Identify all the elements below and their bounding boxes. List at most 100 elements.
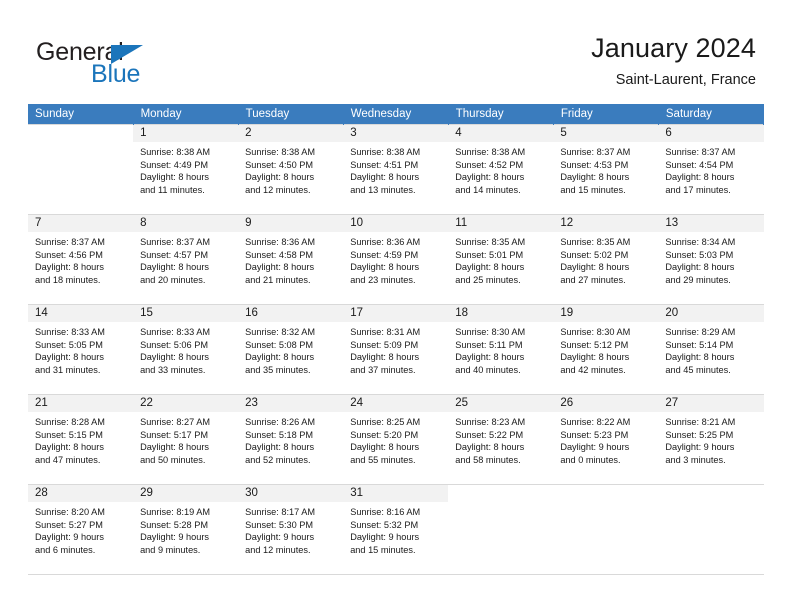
sunrise-text: Sunrise: 8:36 AM	[245, 237, 316, 247]
daylight-text-line1: Daylight: 8 hours	[560, 262, 630, 273]
daylight-text-line1: Daylight: 8 hours	[560, 172, 630, 183]
calendar-body: 1 Sunrise: 8:38 AM Sunset: 4:49 PM Daylight…	[28, 124, 764, 575]
day-details: Sunrise: 8:25 AM Sunset: 5:20 PM Daylight:…	[343, 412, 448, 466]
daylight-text-line2: and 23 minutes.	[350, 274, 416, 285]
daylight-text-line2: and 20 minutes.	[140, 274, 206, 285]
day-details: Sunrise: 8:22 AM Sunset: 5:23 PM Daylight:…	[553, 412, 658, 466]
daylight-text-line2: and 58 minutes.	[455, 454, 521, 465]
brand-logo[interactable]: General Blue	[36, 38, 266, 92]
day-number: 18	[448, 305, 554, 322]
calendar-day-cell[interactable]: 20 Sunrise: 8:29 AM Sunset: 5:14 PM Dayligh…	[658, 304, 764, 395]
daylight-text-line2: and 12 minutes.	[245, 184, 311, 195]
daylight-text-line2: and 18 minutes.	[35, 274, 101, 285]
calendar-day-cell[interactable]: 4 Sunrise: 8:38 AM Sunset: 4:52 PM Daylight…	[448, 124, 554, 215]
daylight-text-line1: Daylight: 9 hours	[245, 532, 315, 543]
calendar-day-cell[interactable]: 8 Sunrise: 8:37 AM Sunset: 4:57 PM Daylight…	[133, 214, 239, 305]
sunset-text: Sunset: 5:22 PM	[455, 429, 524, 440]
day-details: Sunrise: 8:38 AM Sunset: 4:50 PM Daylight:…	[238, 142, 343, 196]
daylight-text-line2: and 55 minutes.	[350, 454, 416, 465]
calendar-day-cell[interactable]: 19 Sunrise: 8:30 AM Sunset: 5:12 PM Dayligh…	[553, 304, 659, 395]
calendar-day-cell[interactable]: 23 Sunrise: 8:26 AM Sunset: 5:18 PM Dayligh…	[238, 394, 344, 485]
sunset-text: Sunset: 4:52 PM	[455, 159, 524, 170]
daylight-text-line2: and 13 minutes.	[350, 184, 416, 195]
daylight-text-line1: Daylight: 8 hours	[455, 262, 525, 273]
calendar-day-cell-empty	[28, 124, 134, 215]
calendar-day-cell[interactable]: 6 Sunrise: 8:37 AM Sunset: 4:54 PM Daylight…	[658, 124, 764, 215]
day-details: Sunrise: 8:16 AM Sunset: 5:32 PM Daylight:…	[343, 502, 448, 556]
calendar-day-cell[interactable]: 3 Sunrise: 8:38 AM Sunset: 4:51 PM Daylight…	[343, 124, 449, 215]
daylight-text-line2: and 11 minutes.	[140, 184, 205, 195]
day-number: 6	[658, 125, 764, 142]
calendar-day-cell[interactable]: 15 Sunrise: 8:33 AM Sunset: 5:06 PM Dayligh…	[133, 304, 239, 395]
calendar-day-cell[interactable]: 26 Sunrise: 8:22 AM Sunset: 5:23 PM Dayligh…	[553, 394, 659, 485]
daylight-text-line2: and 35 minutes.	[245, 364, 311, 375]
day-number: 27	[658, 395, 764, 412]
calendar-day-cell[interactable]: 25 Sunrise: 8:23 AM Sunset: 5:22 PM Dayligh…	[448, 394, 554, 485]
day-number: 17	[343, 305, 449, 322]
calendar-day-cell[interactable]: 12 Sunrise: 8:35 AM Sunset: 5:02 PM Dayligh…	[553, 214, 659, 305]
sunset-text: Sunset: 5:25 PM	[665, 429, 734, 440]
sunrise-text: Sunrise: 8:37 AM	[140, 237, 211, 247]
daylight-text-line2: and 50 minutes.	[140, 454, 206, 465]
daylight-text-line2: and 15 minutes.	[560, 184, 626, 195]
sunset-text: Sunset: 5:17 PM	[140, 429, 208, 440]
sunrise-text: Sunrise: 8:16 AM	[350, 507, 421, 517]
sunset-text: Sunset: 5:12 PM	[560, 339, 629, 350]
daylight-text-line2: and 21 minutes.	[245, 274, 311, 285]
calendar-day-cell[interactable]: 18 Sunrise: 8:30 AM Sunset: 5:11 PM Dayligh…	[448, 304, 554, 395]
daylight-text-line1: Daylight: 8 hours	[665, 352, 735, 363]
day-details: Sunrise: 8:26 AM Sunset: 5:18 PM Daylight:…	[238, 412, 343, 466]
calendar-day-cell[interactable]: 2 Sunrise: 8:38 AM Sunset: 4:50 PM Daylight…	[238, 124, 344, 215]
daylight-text-line1: Daylight: 8 hours	[665, 262, 735, 273]
calendar-day-cell[interactable]: 10 Sunrise: 8:36 AM Sunset: 4:59 PM Dayligh…	[343, 214, 449, 305]
day-number: 23	[238, 395, 344, 412]
calendar-day-cell[interactable]: 22 Sunrise: 8:27 AM Sunset: 5:17 PM Dayligh…	[133, 394, 239, 485]
calendar-day-cell[interactable]: 31 Sunrise: 8:16 AM Sunset: 5:32 PM Dayligh…	[343, 484, 449, 575]
sunrise-text: Sunrise: 8:32 AM	[245, 327, 316, 337]
sunrise-text: Sunrise: 8:35 AM	[560, 237, 631, 247]
calendar-day-cell[interactable]: 7 Sunrise: 8:37 AM Sunset: 4:56 PM Daylight…	[28, 214, 134, 305]
sunset-text: Sunset: 5:08 PM	[245, 339, 314, 350]
calendar-day-cell[interactable]: 13 Sunrise: 8:34 AM Sunset: 5:03 PM Dayligh…	[658, 214, 764, 305]
day-details: Sunrise: 8:34 AM Sunset: 5:03 PM Daylight:…	[658, 232, 763, 286]
calendar-day-cell[interactable]: 30 Sunrise: 8:17 AM Sunset: 5:30 PM Dayligh…	[238, 484, 344, 575]
sunset-text: Sunset: 5:03 PM	[665, 249, 734, 260]
calendar-header-row: Sunday Monday Tuesday Wednesday Thursday…	[28, 104, 765, 125]
calendar-day-cell[interactable]: 9 Sunrise: 8:36 AM Sunset: 4:58 PM Daylight…	[238, 214, 344, 305]
day-details: Sunrise: 8:38 AM Sunset: 4:52 PM Daylight:…	[448, 142, 553, 196]
calendar-day-cell[interactable]: 11 Sunrise: 8:35 AM Sunset: 5:01 PM Dayligh…	[448, 214, 554, 305]
daylight-text-line2: and 31 minutes.	[35, 364, 101, 375]
day-number: 28	[28, 485, 134, 502]
daylight-text-line1: Daylight: 8 hours	[245, 172, 315, 183]
calendar-table: Sunday Monday Tuesday Wednesday Thursday…	[28, 104, 765, 575]
calendar-day-cell[interactable]: 14 Sunrise: 8:33 AM Sunset: 5:05 PM Dayligh…	[28, 304, 134, 395]
daylight-text-line2: and 14 minutes.	[455, 184, 521, 195]
calendar-day-cell[interactable]: 21 Sunrise: 8:28 AM Sunset: 5:15 PM Dayligh…	[28, 394, 134, 485]
sunrise-text: Sunrise: 8:19 AM	[140, 507, 211, 517]
daylight-text-line2: and 12 minutes.	[245, 544, 311, 555]
sunrise-text: Sunrise: 8:37 AM	[560, 147, 631, 157]
daylight-text-line1: Daylight: 8 hours	[455, 352, 525, 363]
calendar-day-cell[interactable]: 28 Sunrise: 8:20 AM Sunset: 5:27 PM Dayligh…	[28, 484, 134, 575]
calendar-day-cell[interactable]: 29 Sunrise: 8:19 AM Sunset: 5:28 PM Dayligh…	[133, 484, 239, 575]
calendar-day-cell[interactable]: 1 Sunrise: 8:38 AM Sunset: 4:49 PM Daylight…	[133, 124, 239, 215]
sunrise-text: Sunrise: 8:27 AM	[140, 417, 211, 427]
sunset-text: Sunset: 4:53 PM	[560, 159, 629, 170]
calendar-day-cell[interactable]: 16 Sunrise: 8:32 AM Sunset: 5:08 PM Dayligh…	[238, 304, 344, 395]
weekday-header-saturday: Saturday	[658, 104, 765, 125]
calendar-day-cell[interactable]: 24 Sunrise: 8:25 AM Sunset: 5:20 PM Dayligh…	[343, 394, 449, 485]
sunset-text: Sunset: 5:05 PM	[35, 339, 103, 350]
daylight-text-line2: and 27 minutes.	[560, 274, 626, 285]
day-details: Sunrise: 8:27 AM Sunset: 5:17 PM Daylight:…	[133, 412, 238, 466]
day-number: 14	[28, 305, 134, 322]
sunset-text: Sunset: 5:20 PM	[350, 429, 419, 440]
calendar-day-cell[interactable]: 27 Sunrise: 8:21 AM Sunset: 5:25 PM Dayligh…	[658, 394, 764, 485]
sunset-text: Sunset: 4:56 PM	[35, 249, 103, 260]
day-number	[28, 125, 134, 142]
day-number: 11	[448, 215, 554, 232]
daylight-text-line2: and 9 minutes.	[140, 544, 201, 555]
daylight-text-line1: Daylight: 8 hours	[350, 352, 420, 363]
calendar-day-cell[interactable]: 17 Sunrise: 8:31 AM Sunset: 5:09 PM Dayligh…	[343, 304, 449, 395]
sunset-text: Sunset: 5:30 PM	[245, 519, 314, 530]
calendar-day-cell[interactable]: 5 Sunrise: 8:37 AM Sunset: 4:53 PM Daylight…	[553, 124, 659, 215]
